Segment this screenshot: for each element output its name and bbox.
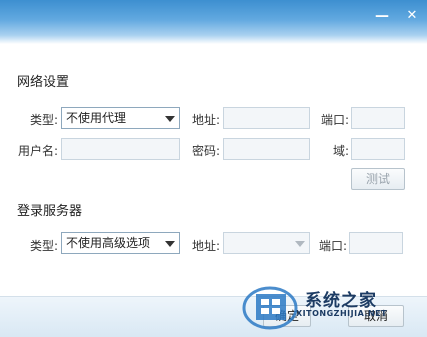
login-port-label: 端口: (318, 239, 347, 253)
login-type-label: 类型: (29, 239, 58, 253)
chevron-down-icon (295, 241, 305, 247)
watermark-url: XITONGZHIJIA.NET (296, 309, 388, 318)
login-type-select[interactable]: 不使用高级选项 (61, 232, 180, 254)
network-type-value: 不使用代理 (66, 111, 127, 125)
network-port-field[interactable] (351, 107, 405, 129)
test-button[interactable]: 测试 (351, 168, 405, 190)
password-field[interactable] (223, 138, 310, 160)
chevron-down-icon (165, 241, 175, 247)
login-address-label: 地址: (191, 239, 220, 253)
login-port-field[interactable] (349, 232, 403, 254)
chevron-down-icon (165, 116, 175, 122)
domain-field[interactable] (351, 138, 405, 160)
domain-label: 域: (332, 144, 349, 158)
minimize-icon[interactable]: — (373, 8, 391, 24)
network-port-label: 端口: (320, 113, 349, 127)
network-address-label: 地址: (191, 113, 220, 127)
network-address-field[interactable] (223, 107, 310, 129)
login-address-select[interactable] (223, 232, 310, 254)
username-field[interactable] (61, 138, 180, 160)
network-type-select[interactable]: 不使用代理 (61, 107, 180, 129)
watermark-brand: 系统之家 (305, 291, 377, 311)
title-bar: — ✕ (0, 0, 427, 44)
close-icon[interactable]: ✕ (403, 8, 421, 24)
login-server-title: 登录服务器 (17, 204, 83, 219)
network-type-label: 类型: (29, 113, 58, 127)
username-label: 用户名: (17, 144, 58, 158)
login-type-value: 不使用高级选项 (66, 236, 151, 250)
password-label: 密码: (191, 144, 220, 158)
network-settings-title: 网络设置 (17, 75, 70, 90)
